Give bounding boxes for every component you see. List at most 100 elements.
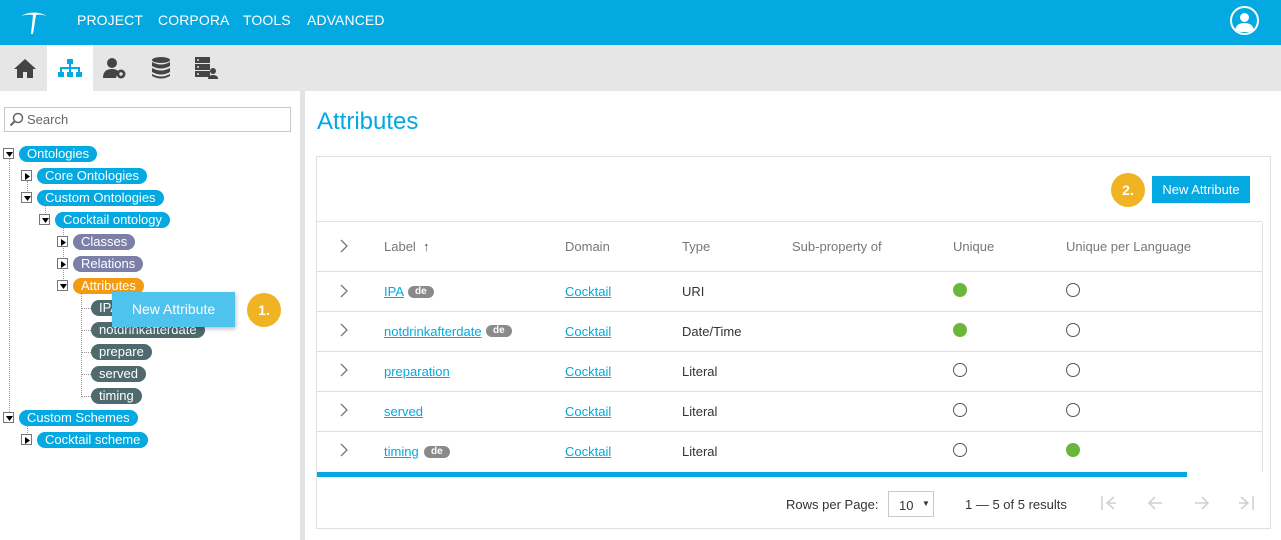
collapse-toggle-icon[interactable] — [21, 192, 32, 203]
expand-all-chevron-icon[interactable] — [339, 238, 349, 254]
unique-per-language-off-indicator — [1066, 363, 1080, 377]
tree-guide-line — [81, 352, 91, 353]
menu-tools[interactable]: TOOLS — [243, 12, 291, 28]
horizontal-scrollbar[interactable] — [317, 472, 1187, 477]
unique-per-language-off-indicator — [1066, 403, 1080, 417]
page-title: Attributes — [317, 108, 419, 135]
row-domain-link[interactable]: Cocktail — [565, 444, 611, 459]
tree-guide-line — [63, 225, 64, 287]
row-type: Literal — [682, 444, 718, 459]
column-header-label[interactable]: Label — [384, 239, 416, 254]
menu-project[interactable]: PROJECT — [77, 12, 143, 28]
database-icon[interactable] — [138, 45, 184, 91]
home-icon[interactable] — [2, 45, 48, 91]
language-tag: de — [424, 446, 450, 458]
collapse-toggle-icon[interactable] — [3, 412, 14, 423]
tree-guide-line — [81, 396, 91, 397]
tree-node-core-ontologies[interactable]: Core Ontologies — [37, 168, 147, 184]
menu-corpora[interactable]: CORPORA — [158, 12, 230, 28]
context-menu-new-attribute[interactable]: New Attribute — [112, 292, 235, 327]
expand-toggle-icon[interactable] — [57, 258, 68, 269]
tree-node-cocktail-ontology[interactable]: Cocktail ontology — [55, 212, 170, 228]
tree-node-attr-served[interactable]: served — [91, 366, 147, 382]
expand-toggle-icon[interactable] — [57, 236, 68, 247]
last-page-icon[interactable] — [1238, 494, 1256, 512]
rows-per-page-value: 10 — [899, 498, 914, 513]
tree-guide-line — [81, 308, 91, 309]
table-divider — [317, 351, 1262, 352]
row-label-link[interactable]: timing — [384, 444, 419, 459]
pagination-results: 1 — 5 of 5 results — [965, 497, 1067, 512]
table-vertical-edge — [1262, 222, 1263, 472]
user-settings-icon[interactable] — [92, 45, 138, 91]
next-page-icon[interactable] — [1193, 494, 1211, 512]
search-placeholder: Search — [27, 112, 69, 127]
language-tag: de — [408, 286, 434, 298]
hierarchy-icon[interactable] — [47, 45, 93, 91]
table-divider — [317, 311, 1262, 312]
table-divider — [317, 431, 1262, 432]
new-attribute-button[interactable]: New Attribute — [1152, 176, 1250, 203]
column-header-domain[interactable]: Domain — [565, 239, 610, 254]
step-badge-2: 2. — [1111, 173, 1145, 207]
tree-search-input[interactable]: Search — [4, 107, 291, 132]
tree-node-attr-prepare[interactable]: prepare — [91, 344, 152, 360]
row-label-link[interactable]: IPA — [384, 284, 404, 299]
row-expand-chevron-icon[interactable] — [339, 442, 349, 458]
tree-guide-line — [81, 330, 91, 331]
unique-off-indicator — [953, 443, 967, 457]
tree-node-relations[interactable]: Relations — [73, 256, 144, 272]
menu-advanced[interactable]: ADVANCED — [307, 12, 385, 28]
row-domain-link[interactable]: Cocktail — [565, 364, 611, 379]
expand-toggle-icon[interactable] — [21, 170, 32, 181]
collapse-toggle-icon[interactable] — [39, 214, 50, 225]
row-expand-chevron-icon[interactable] — [339, 362, 349, 378]
row-label-link[interactable]: served — [384, 404, 423, 419]
tree-node-cocktail-scheme[interactable]: Cocktail scheme — [37, 432, 149, 448]
previous-page-icon[interactable] — [1146, 494, 1164, 512]
row-type: Date/Time — [682, 324, 742, 339]
tree-node-classes[interactable]: Classes — [73, 234, 136, 250]
tool-icon-bar — [0, 45, 1281, 91]
collapse-toggle-icon[interactable] — [57, 280, 68, 291]
tree-guide-line — [81, 374, 91, 375]
user-avatar-icon[interactable] — [1230, 6, 1259, 35]
server-user-icon[interactable] — [183, 45, 229, 91]
row-type: Literal — [682, 404, 718, 419]
unique-per-language-off-indicator — [1066, 283, 1080, 297]
rows-per-page-select[interactable]: 10 ▼ — [888, 491, 934, 517]
row-expand-chevron-icon[interactable] — [339, 283, 349, 299]
row-type: URI — [682, 284, 705, 299]
row-domain-link[interactable]: Cocktail — [565, 324, 611, 339]
row-type: Literal — [682, 364, 718, 379]
row-label-link[interactable]: preparation — [384, 364, 450, 379]
row-expand-chevron-icon[interactable] — [339, 402, 349, 418]
unique-on-indicator — [953, 323, 967, 337]
tree-guide-line — [9, 159, 10, 418]
row-label-link[interactable]: notdrinkafterdate — [384, 324, 482, 339]
row-domain-link[interactable]: Cocktail — [565, 284, 611, 299]
column-header-unique[interactable]: Unique — [953, 239, 994, 254]
rows-per-page-label: Rows per Page: — [786, 497, 879, 512]
tree-node-attr-timing[interactable]: timing — [91, 388, 142, 404]
tree-node-custom-ontologies[interactable]: Custom Ontologies — [37, 190, 164, 206]
row-domain-link[interactable]: Cocktail — [565, 404, 611, 419]
tree-node-custom-schemes[interactable]: Custom Schemes — [19, 410, 138, 426]
app-logo-icon[interactable] — [18, 7, 50, 37]
collapse-toggle-icon[interactable] — [3, 148, 14, 159]
row-expand-chevron-icon[interactable] — [339, 322, 349, 338]
panel-splitter[interactable] — [300, 91, 305, 540]
first-page-icon[interactable] — [1099, 494, 1117, 512]
top-navigation-bar: PROJECT CORPORA TOOLS ADVANCED — [0, 0, 1281, 45]
column-header-unique-per-language[interactable]: Unique per Language — [1066, 239, 1191, 254]
column-header-sub-property[interactable]: Sub-property of — [792, 239, 882, 254]
tree-node-ontologies[interactable]: Ontologies — [19, 146, 98, 162]
table-divider — [317, 221, 1262, 222]
sort-ascending-icon[interactable]: ↑ — [423, 239, 430, 254]
tree-guide-line — [81, 291, 82, 397]
table-divider — [317, 391, 1262, 392]
language-tag: de — [486, 325, 512, 337]
expand-toggle-icon[interactable] — [21, 434, 32, 445]
column-header-type[interactable]: Type — [682, 239, 710, 254]
table-divider — [317, 271, 1262, 272]
